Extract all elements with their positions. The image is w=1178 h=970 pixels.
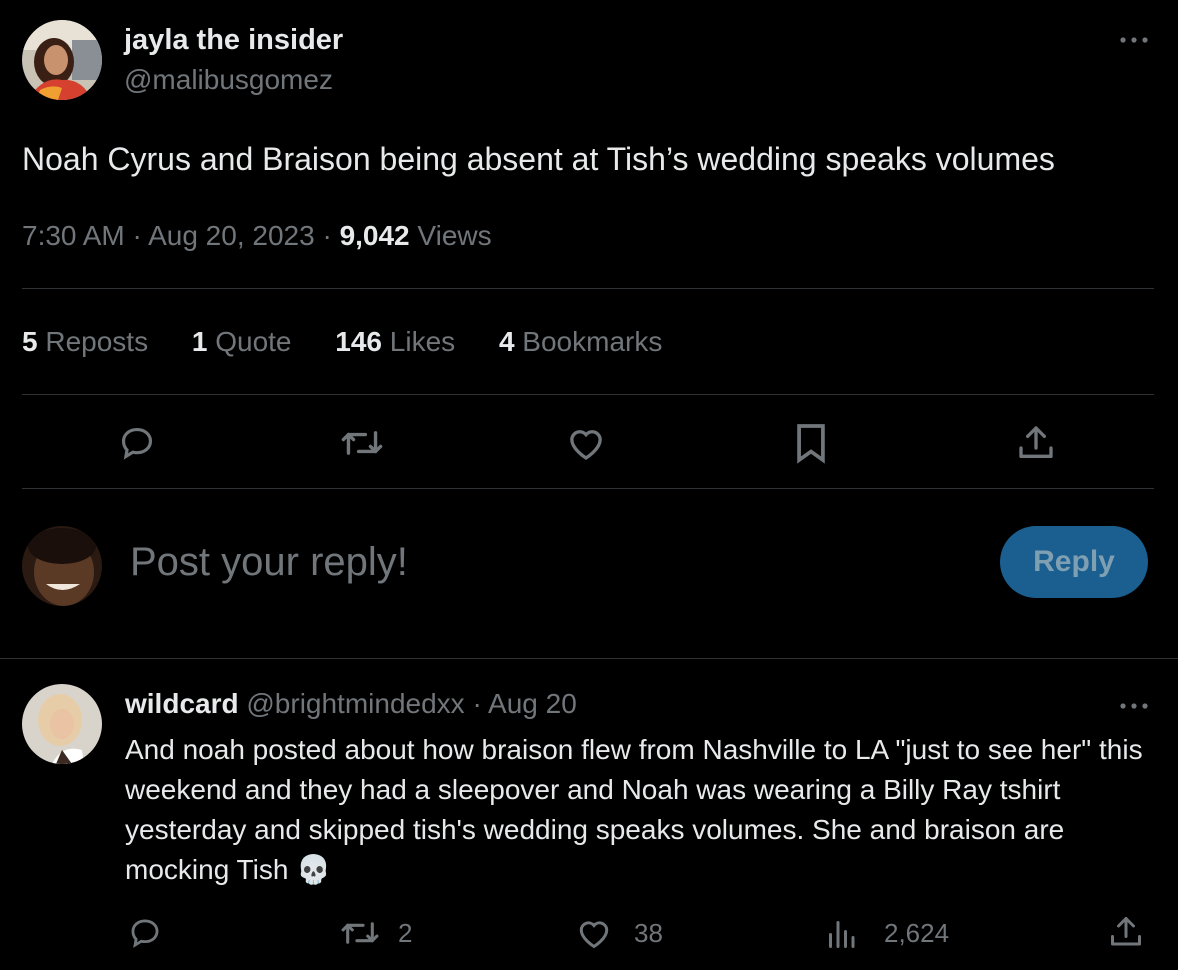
reply-bubble-icon[interactable] [128,916,162,950]
more-dots-icon[interactable] [1118,34,1150,46]
likes-count: 146 [335,326,382,357]
reposts-count: 5 [22,326,38,357]
retweet-icon[interactable] [340,424,384,462]
share-icon[interactable] [1016,422,1056,464]
divider [22,288,1154,289]
views-count: 9,042 [339,220,410,251]
heart-icon[interactable] [566,424,606,462]
meta-separator: · [132,220,142,251]
tweet-text: Noah Cyrus and Braison being absent at T… [22,141,1055,177]
analytics-icon [826,916,856,950]
reply-like-action[interactable]: 38 [576,916,663,950]
bookmark-icon[interactable] [794,422,828,464]
retweet-icon [340,916,380,950]
quote-stat[interactable]: 1 Quote [192,326,299,357]
author-avatar[interactable] [22,20,102,100]
tweet-date[interactable]: Aug 20, 2023 [148,220,315,251]
reply-display-name[interactable]: wildcard [125,688,239,719]
bookmarks-count: 4 [498,326,515,357]
reply-author-avatar[interactable] [22,684,102,764]
reply-button[interactable]: Reply [1000,526,1148,598]
reply-date[interactable]: Aug 20 [488,688,577,719]
reposts-label: Reposts [45,326,149,357]
reposts-stat[interactable]: 5 Reposts [22,326,156,357]
divider [0,658,1178,659]
reply-retweet-action[interactable]: 2 [340,916,412,950]
reply-views-count: 2,624 [884,917,950,948]
reply-views-action[interactable]: 2,624 [826,916,949,950]
stats-row: 5 Reposts 1 Quote 146 Likes 4 Bookmarks [22,326,662,358]
bookmarks-label: Bookmarks [522,326,663,357]
reply-like-count: 38 [634,917,663,948]
divider [22,394,1154,395]
views-label: Views [417,220,492,251]
reply-separator: · [472,688,482,719]
author-handle[interactable]: @malibusgomez [124,64,333,96]
reply-handle[interactable]: @brightmindedxx [246,688,464,719]
author-display-name[interactable]: jayla the insider [124,24,343,57]
quote-count: 1 [191,326,208,357]
likes-stat[interactable]: 146 Likes [335,326,463,357]
likes-label: Likes [389,326,456,357]
share-icon[interactable] [1108,914,1144,950]
current-user-avatar[interactable] [22,526,102,606]
reply-more-dots-icon[interactable] [1118,700,1150,712]
heart-icon [576,916,612,950]
tweet-time[interactable]: 7:30 AM [22,220,125,251]
reply-header: wildcard @brightmindedxx · Aug 20 [125,688,577,720]
reply-text: And noah posted about how braison flew f… [125,734,1143,885]
reply-retweet-count: 2 [398,917,413,948]
reply-bubble-icon[interactable] [118,424,156,462]
meta-separator: · [322,220,332,251]
bookmarks-stat[interactable]: 4 Bookmarks [499,326,662,357]
divider [22,488,1154,489]
tweet-meta: 7:30 AM · Aug 20, 2023 · 9,042 Views [22,220,492,252]
quote-label: Quote [215,326,292,357]
reply-input[interactable]: Post your reply! [130,540,950,585]
